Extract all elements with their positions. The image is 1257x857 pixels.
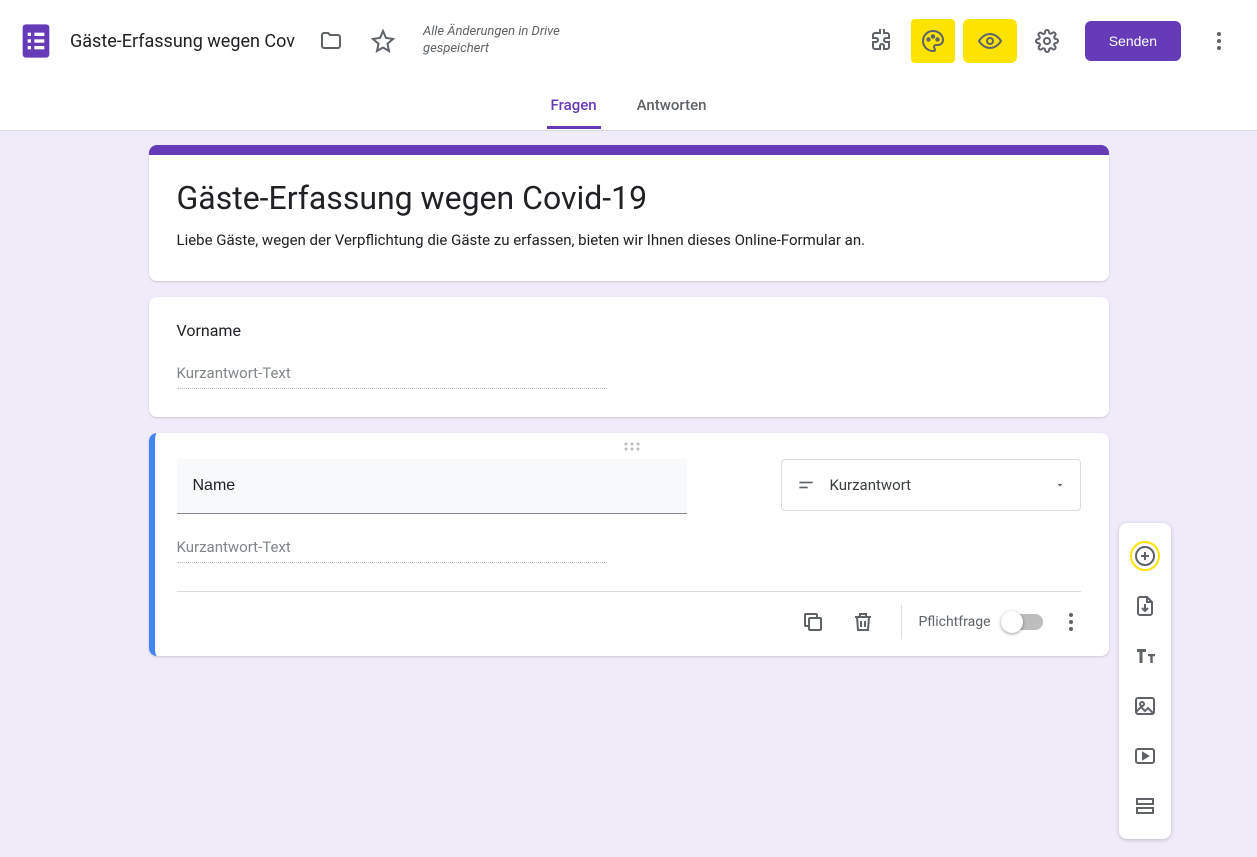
duplicate-icon[interactable]: [791, 600, 835, 644]
question-card-2-active[interactable]: Kurzantwort Kurzantwort-Text Pflichtfrag…: [149, 433, 1109, 656]
settings-icon[interactable]: [1025, 19, 1069, 63]
send-button[interactable]: Senden: [1085, 21, 1181, 61]
palette-icon[interactable]: [911, 19, 955, 63]
save-status: Alle Änderungen in Drive gespeichert: [423, 24, 603, 58]
tabs: Fragen Antworten: [0, 82, 1257, 131]
add-image-button[interactable]: [1121, 681, 1169, 731]
question-title-input[interactable]: [177, 459, 687, 514]
add-question-button[interactable]: [1121, 531, 1169, 581]
folder-icon[interactable]: [309, 19, 353, 63]
question-edit-row: Kurzantwort: [155, 459, 1109, 514]
question-type-select[interactable]: Kurzantwort: [781, 459, 1081, 511]
drag-handle-icon[interactable]: [155, 433, 1109, 459]
question-more-icon[interactable]: [1049, 600, 1093, 644]
add-title-button[interactable]: [1121, 631, 1169, 681]
form-description[interactable]: Liebe Gäste, wegen der Verpflichtung die…: [177, 231, 1081, 249]
side-toolbar: [1119, 523, 1171, 839]
add-section-button[interactable]: [1121, 781, 1169, 831]
question-footer: Pflichtfrage: [155, 592, 1109, 644]
question-body: Kurzantwort-Text: [155, 514, 1109, 585]
document-title[interactable]: Gäste-Erfassung wegen Cov: [64, 31, 301, 52]
required-toggle[interactable]: [1003, 614, 1043, 630]
short-answer-placeholder: Kurzantwort-Text: [177, 364, 607, 389]
delete-icon[interactable]: [841, 600, 885, 644]
more-icon[interactable]: [1197, 19, 1241, 63]
star-icon[interactable]: [361, 19, 405, 63]
app-header: Gäste-Erfassung wegen Cov Alle Änderunge…: [0, 0, 1257, 131]
chevron-down-icon: [1054, 479, 1066, 491]
question-label[interactable]: Vorname: [177, 321, 1081, 340]
forms-logo[interactable]: [16, 21, 56, 61]
question-type-label: Kurzantwort: [830, 476, 912, 494]
question-card-1[interactable]: Vorname Kurzantwort-Text: [149, 297, 1109, 417]
form-header-card[interactable]: Gäste-Erfassung wegen Covid-19 Liebe Gäs…: [149, 145, 1109, 281]
add-icon: [1130, 541, 1160, 571]
header-top-row: Gäste-Erfassung wegen Cov Alle Änderunge…: [0, 0, 1257, 82]
tab-questions[interactable]: Fragen: [547, 88, 601, 129]
tab-responses[interactable]: Antworten: [633, 88, 711, 126]
addons-icon[interactable]: [859, 19, 903, 63]
add-video-button[interactable]: [1121, 731, 1169, 781]
form-column: Gäste-Erfassung wegen Covid-19 Liebe Gäs…: [149, 145, 1109, 656]
preview-icon[interactable]: [963, 19, 1017, 63]
short-answer-placeholder: Kurzantwort-Text: [177, 538, 607, 563]
import-questions-button[interactable]: [1121, 581, 1169, 631]
short-answer-icon: [796, 475, 816, 495]
form-title[interactable]: Gäste-Erfassung wegen Covid-19: [177, 179, 1081, 217]
canvas: Gäste-Erfassung wegen Covid-19 Liebe Gäs…: [0, 131, 1257, 656]
required-label: Pflichtfrage: [918, 614, 990, 630]
